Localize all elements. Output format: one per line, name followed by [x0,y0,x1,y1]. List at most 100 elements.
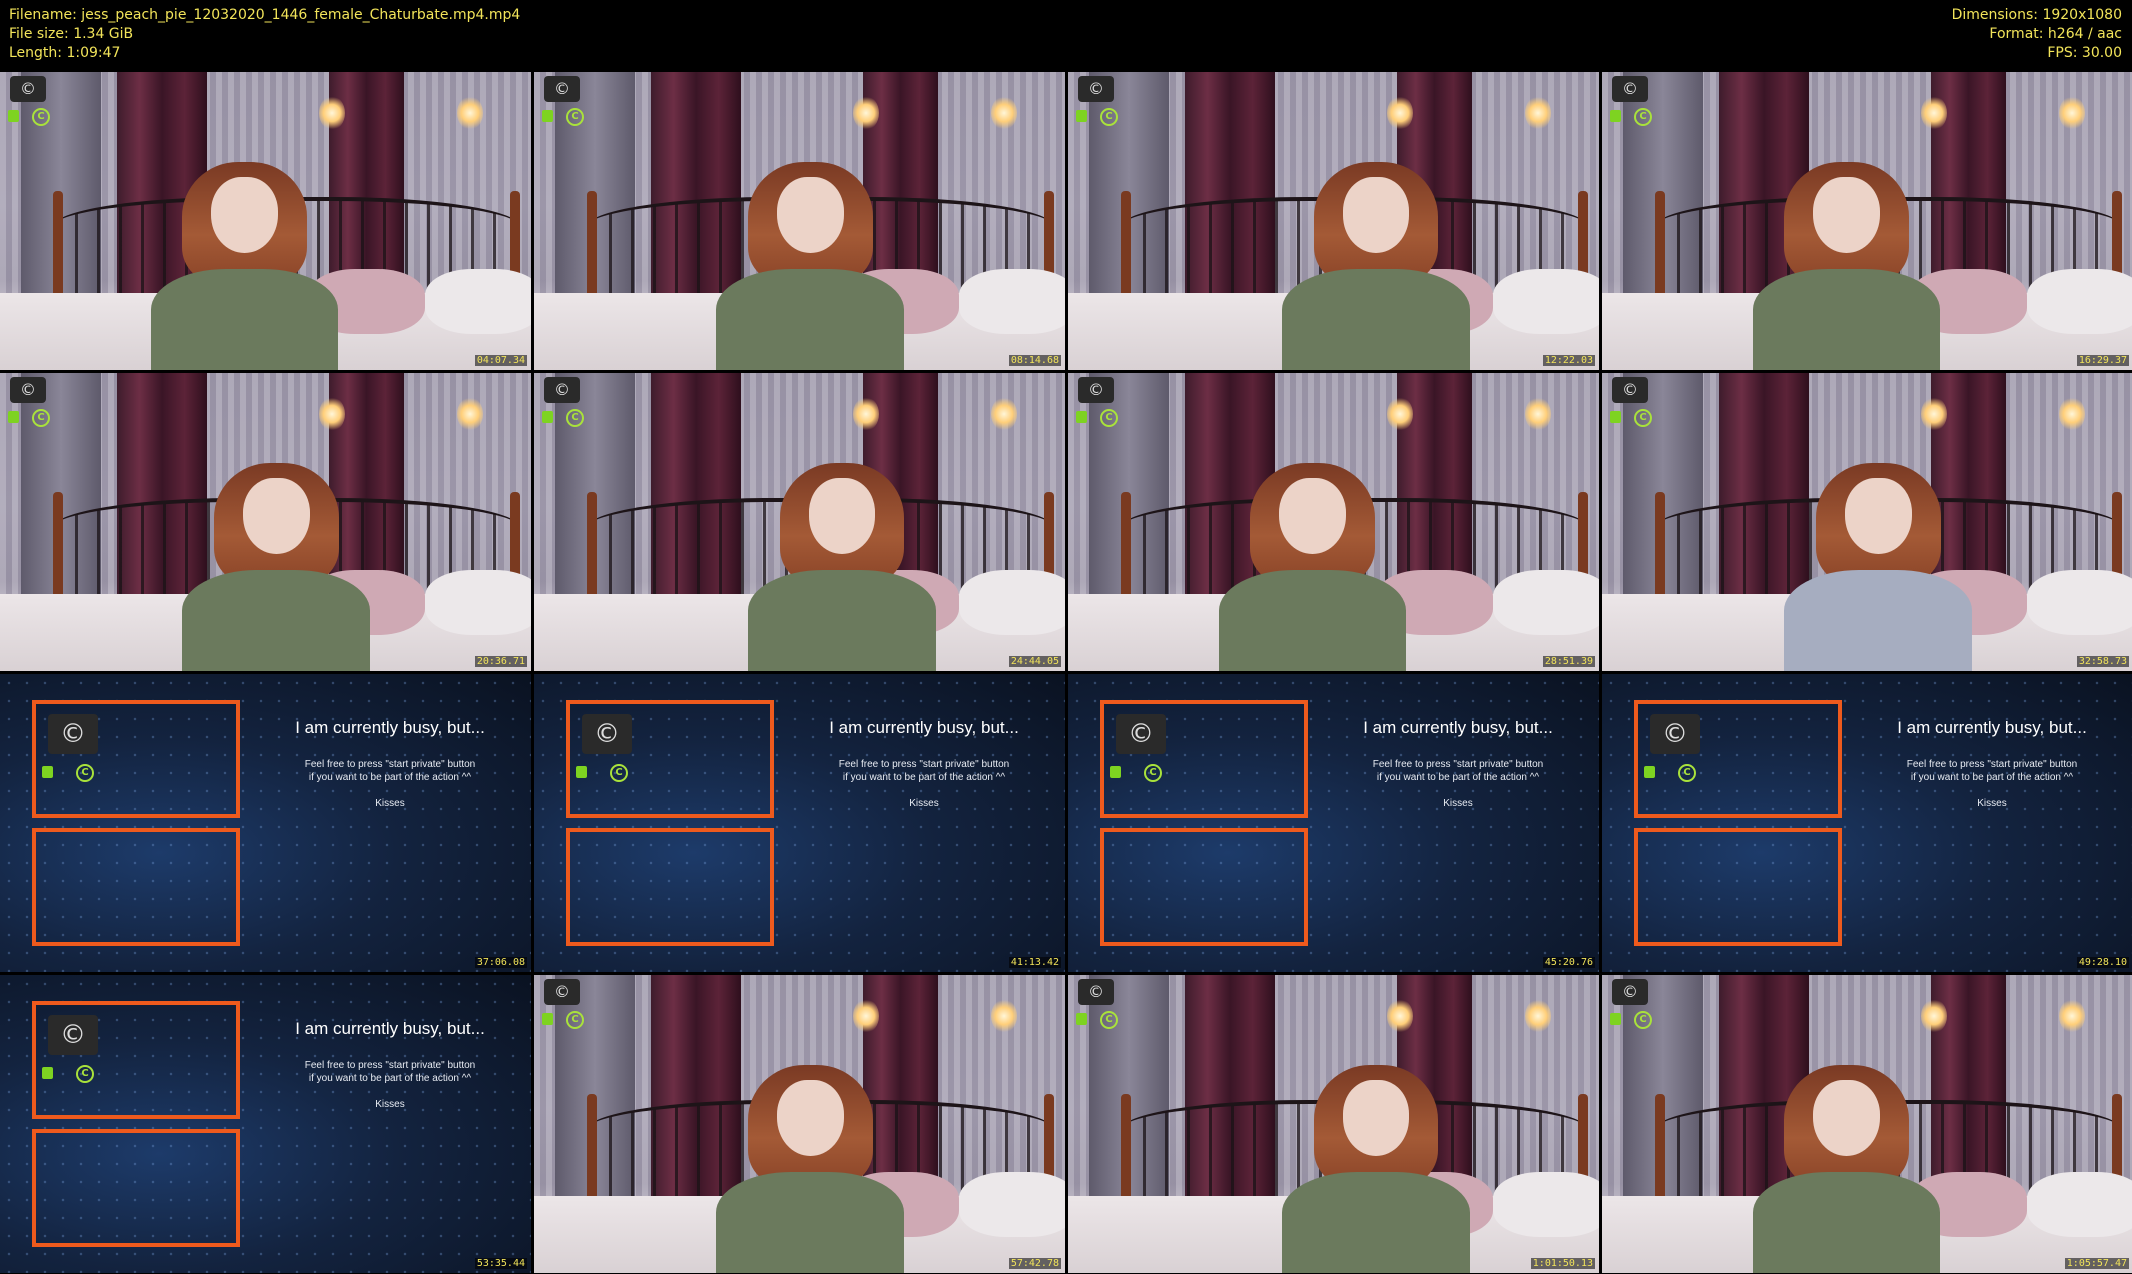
busy-message: Feel free to press "start private" butto… [260,758,520,784]
timestamp-label: 04:07.34 [474,355,527,366]
wall-lamp [1524,95,1551,130]
timestamp-label: 12:22.03 [1542,355,1595,366]
busy-kisses: Kisses [375,1099,405,1110]
length-text: Length: 1:09:47 [9,45,121,61]
timestamp-label: 1:05:57.47 [2064,1258,2129,1269]
copyright-icon: C [76,1065,94,1083]
thumbnail-frame[interactable]: © C I am currently busy, but... Feel free t… [534,674,1065,972]
lock-icon [1076,110,1087,122]
copyright-icon: C [566,409,584,427]
camera-logo-icon: © [1612,377,1648,403]
busy-title: I am currently busy, but... [829,718,1019,737]
copyright-icon: C [1678,764,1696,782]
copyright-icon: C [1634,108,1652,126]
person-figure [1264,1020,1487,1273]
overlay-icons: © C [1074,76,1120,146]
camera-logo-icon: © [582,714,632,754]
person-figure [1767,418,1990,671]
thumbnail-frame[interactable]: © C 1:01:50.13 [1068,975,1599,1273]
lock-icon [1610,110,1621,122]
overlay-icons: © C [1074,377,1120,447]
thumbnail-frame[interactable]: © C 1:05:57.47 [1602,975,2132,1273]
face [1844,478,1912,555]
overlay-icons: © C [540,377,586,447]
wall-lamp [990,95,1017,130]
copyright-icon: C [32,108,50,126]
thumbnail-frame[interactable]: © C 57:42.78 [534,975,1065,1273]
busy-message: Feel free to press "start private" butto… [794,758,1054,784]
copyright-icon: C [566,1011,584,1029]
wall-lamp [456,396,483,431]
busy-title: I am currently busy, but... [1363,718,1553,737]
busy-message: Feel free to press "start private" butto… [260,1059,520,1085]
busy-line-2: if you want to be part of the action ^^ [1376,772,1540,783]
info-header: Filename: jess_peach_pie_12032020_1446_f… [0,0,2132,72]
copyright-icon: C [1144,764,1162,782]
thumbnail-grid: © C 04:07.34 © C 08:14.68 © C 12:22.03 © C 16:29.37… [0,72,2132,1274]
busy-title: I am currently busy, but... [1897,718,2087,737]
camera-logo-icon: © [10,76,46,102]
face [776,1080,844,1157]
shirt [150,268,338,370]
filesize-text: File size: 1.34 GiB [9,26,134,42]
shirt [1218,569,1406,671]
timestamp-label: 16:29.37 [2076,355,2129,366]
copyright-icon: C [76,764,94,782]
thumbnail-frame[interactable]: © C 20:36.71 [0,373,531,671]
overlay-icons: © C [574,708,644,798]
busy-title: I am currently busy, but... [295,1019,485,1038]
busy-message: Feel free to press "start private" butto… [1862,758,2122,784]
wall-lamp [2058,396,2085,431]
thumbnail-frame[interactable]: © C I am currently busy, but... Feel free t… [1068,674,1599,972]
camera-logo-icon: © [1078,979,1114,1005]
face [1278,478,1346,555]
pillow [2026,569,2132,636]
orange-frame-bottom [1634,828,1842,946]
copyright-icon: C [1100,108,1118,126]
thumbnail-frame[interactable]: © C 08:14.68 [534,72,1065,370]
timestamp-label: 49:28.10 [2076,957,2129,968]
thumbnail-frame[interactable]: © C 28:51.39 [1068,373,1599,671]
person-figure [1264,117,1487,370]
face [1812,177,1880,254]
person-figure [165,418,388,671]
lock-icon [542,411,553,423]
lock-icon [8,110,19,122]
camera-logo-icon: © [1116,714,1166,754]
timestamp-label: 37:06.08 [474,957,527,968]
overlay-icons: © C [1108,708,1178,798]
overlay-icons: © C [6,377,52,447]
busy-line-1: Feel free to press "start private" butto… [838,759,1010,770]
thumbnail-frame[interactable]: © C 04:07.34 [0,72,531,370]
shirt [748,569,936,671]
thumbnail-frame[interactable]: © C 32:58.73 [1602,373,2132,671]
person-figure [699,1020,922,1273]
wall-lamp [456,95,483,130]
camera-logo-icon: © [10,377,46,403]
dimensions-text: Dimensions: 1920x1080 [1951,7,2122,23]
thumbnail-frame[interactable]: © C 12:22.03 [1068,72,1599,370]
busy-line-1: Feel free to press "start private" butto… [1906,759,2078,770]
shirt [1784,569,1972,671]
lock-icon [1076,1013,1087,1025]
lock-icon [1644,766,1655,778]
thumbnail-frame[interactable]: © C 16:29.37 [1602,72,2132,370]
copyright-icon: C [1634,1011,1652,1029]
camera-logo-icon: © [48,714,98,754]
thumbnail-frame[interactable]: © C I am currently busy, but... Feel free t… [1602,674,2132,972]
camera-logo-icon: © [544,76,580,102]
busy-line-1: Feel free to press "start private" butto… [1372,759,1544,770]
lock-icon [542,1013,553,1025]
shirt [716,1171,904,1273]
shirt [182,569,370,671]
wall-lamp [2058,95,2085,130]
person-figure [730,418,953,671]
copyright-icon: C [32,409,50,427]
format-text: Format: h264 / aac [1989,26,2122,42]
wall-lamp [1524,396,1551,431]
thumbnail-frame[interactable]: © C 24:44.05 [534,373,1065,671]
thumbnail-frame[interactable]: © C I am currently busy, but... Feel free t… [0,975,531,1273]
timestamp-label: 53:35.44 [474,1258,527,1269]
thumbnail-frame[interactable]: © C I am currently busy, but... Feel free t… [0,674,531,972]
filename-text: Filename: jess_peach_pie_12032020_1446_f… [9,7,521,23]
